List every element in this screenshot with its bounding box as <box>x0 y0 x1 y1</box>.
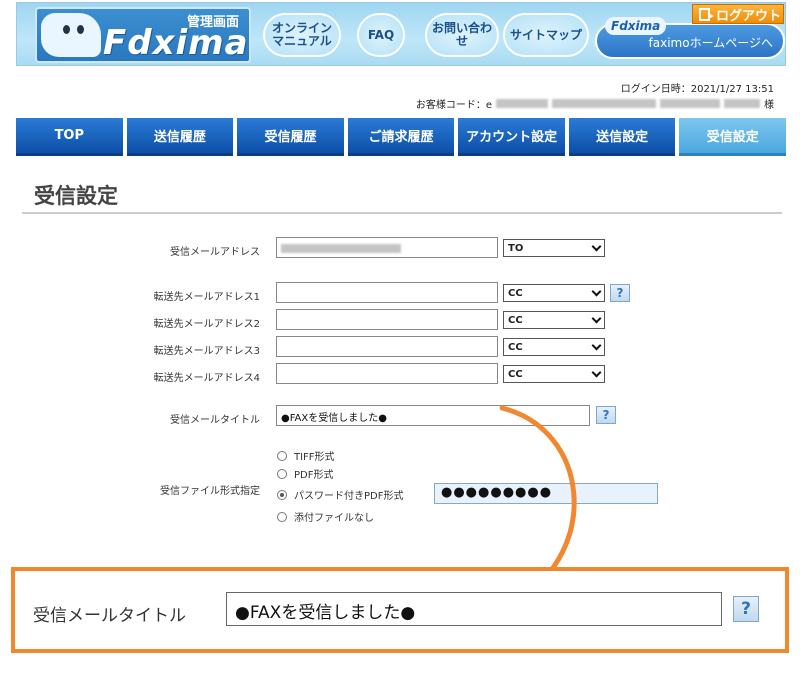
radio-no-attachment[interactable]: 添付ファイルなし <box>277 509 374 524</box>
forward-email-input-3[interactable] <box>276 336 498 357</box>
forward-email-type-value-1: CC <box>508 287 523 299</box>
radio-pdf[interactable]: PDF形式 <box>277 466 333 481</box>
redacted-email <box>281 244 401 253</box>
logout-icon <box>699 7 714 21</box>
radio-tiff[interactable]: TIFF形式 <box>277 448 335 463</box>
tab-send-history-label: 送信履歴 <box>153 130 206 145</box>
forward-email-type-value-3: CC <box>508 341 523 353</box>
nav-contact-label: お問い合わせ <box>431 21 492 48</box>
receive-email-type-value: TO <box>508 242 524 254</box>
chevron-down-icon <box>591 286 602 296</box>
forward-email-label-1: 転送先メールアドレス1 <box>153 292 260 303</box>
file-format-label: 受信ファイル形式指定 <box>160 486 260 497</box>
page-title: 受信設定 <box>34 184 118 208</box>
forward-email-type-value-4: CC <box>508 368 523 380</box>
receive-email-label: 受信メールアドレス <box>170 247 260 258</box>
faximo-logo[interactable]: 管理画面 Fdxima <box>35 7 251 63</box>
faximo-homepage-link[interactable]: Fdxima faximoホームページへ <box>595 17 785 59</box>
zoomed-callout: 受信メールタイトル ●FAXを受信しました● ? <box>11 567 789 653</box>
title-divider <box>22 212 782 214</box>
forward-email-label-3: 転送先メールアドレス3 <box>153 346 260 357</box>
mail-title-label: 受信メールタイトル <box>170 415 260 426</box>
radio-button[interactable] <box>277 450 287 461</box>
forward-email-label-4: 転送先メールアドレス4 <box>153 373 260 384</box>
nav-sitemap[interactable]: サイトマップ <box>503 13 589 57</box>
tab-receive-settings-label: 受信設定 <box>706 130 759 145</box>
forward-email-type-select-3[interactable]: CC <box>503 338 605 356</box>
tab-account-settings[interactable]: アカウント設定 <box>458 118 565 156</box>
tab-send-history[interactable]: 送信履歴 <box>126 118 234 156</box>
tab-receive-history[interactable]: 受信履歴 <box>237 118 344 156</box>
tab-top[interactable]: TOP <box>16 118 123 156</box>
logout-button[interactable]: ログアウト <box>692 4 784 24</box>
header-banner: 管理画面 Fdxima オンライン マニュアル FAQ お問い合わせ サイトマッ… <box>16 2 786 66</box>
banner-text: faximoホームページへ <box>648 36 773 50</box>
banner-logo: Fdxima <box>605 17 667 35</box>
forward-email-label-2: 転送先メールアドレス2 <box>153 319 260 330</box>
mascot-icon <box>41 13 101 57</box>
radio-button[interactable] <box>277 511 287 522</box>
help-glyph: ? <box>741 599 751 619</box>
redacted-name <box>724 99 760 108</box>
brand-name: Fdxima <box>103 23 249 63</box>
receive-email-input[interactable] <box>276 237 498 258</box>
nav-faq-label: FAQ <box>367 27 395 42</box>
chevron-down-icon <box>591 313 602 323</box>
tab-send-settings-label: 送信設定 <box>596 130 649 145</box>
tab-top-label: TOP <box>54 128 85 143</box>
forward-email-type-select-4[interactable]: CC <box>503 365 605 383</box>
receive-email-type-select[interactable]: TO <box>503 239 605 257</box>
chevron-down-icon <box>591 340 602 350</box>
login-time: ログイン日時：2021/1/27 13:51 <box>620 84 774 95</box>
main-tabs: TOP 送信履歴 受信履歴 ご請求履歴 アカウント設定 送信設定 受信設定 <box>16 118 787 156</box>
nav-online-manual[interactable]: オンライン マニュアル <box>263 13 341 57</box>
forward-email-type-value-2: CC <box>508 314 523 326</box>
help-icon[interactable]: ? <box>733 596 759 622</box>
logout-label: ログアウト <box>716 8 782 24</box>
radio-no-attachment-label: 添付ファイルなし <box>294 513 374 524</box>
tab-account-settings-label: アカウント設定 <box>466 130 558 145</box>
customer-code-label: お客様コード：e <box>415 100 492 111</box>
nav-online-manual-label: オンライン マニュアル <box>271 21 332 48</box>
radio-password-pdf-label: パスワード付きPDF形式 <box>294 491 404 502</box>
forward-email-input-2[interactable] <box>276 309 498 330</box>
redacted-branch <box>660 99 720 108</box>
forward-email-type-select-2[interactable]: CC <box>503 311 605 329</box>
zoom-mail-title-label: 受信メールタイトル <box>33 606 186 626</box>
chevron-down-icon <box>591 367 602 377</box>
forward-email-input-4[interactable] <box>276 363 498 384</box>
help-glyph: ? <box>616 286 624 300</box>
radio-button[interactable] <box>277 468 287 479</box>
forward-email-input-1[interactable] <box>276 282 498 303</box>
radio-button-selected[interactable] <box>277 489 287 500</box>
nav-faq[interactable]: FAQ <box>357 13 405 57</box>
customer-code: お客様コード：e 様 <box>416 96 774 111</box>
help-icon[interactable]: ? <box>610 284 630 302</box>
radio-password-pdf[interactable]: パスワード付きPDF形式 <box>277 487 403 502</box>
tab-send-settings[interactable]: 送信設定 <box>568 118 676 156</box>
chevron-down-icon <box>591 241 602 251</box>
redacted-company <box>552 99 656 108</box>
tab-billing-history-label: ご請求履歴 <box>368 130 434 145</box>
zoom-mail-title-input[interactable]: ●FAXを受信しました● <box>226 592 722 626</box>
honorific: 様 <box>764 100 774 111</box>
nav-sitemap-label: サイトマップ <box>509 27 582 42</box>
tab-billing-history[interactable]: ご請求履歴 <box>347 118 455 156</box>
tab-receive-history-label: 受信履歴 <box>264 130 317 145</box>
radio-tiff-label: TIFF形式 <box>294 452 335 463</box>
forward-email-type-select-1[interactable]: CC <box>503 284 605 302</box>
radio-pdf-label: PDF形式 <box>294 470 334 481</box>
tab-receive-settings[interactable]: 受信設定 <box>679 118 787 156</box>
redacted-code <box>496 99 548 108</box>
nav-contact[interactable]: お問い合わせ <box>425 13 499 57</box>
